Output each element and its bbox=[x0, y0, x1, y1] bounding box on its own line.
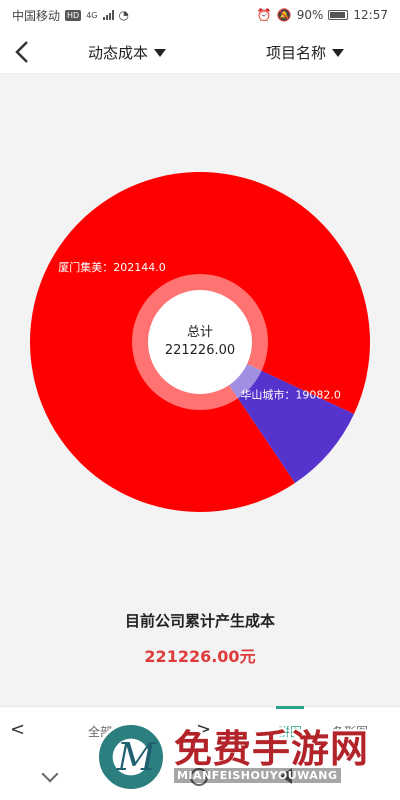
hd-badge: HD bbox=[65, 9, 82, 21]
status-left: 中国移动 HD 4G ◔ bbox=[12, 7, 129, 24]
slice-label: 厦门集美：202144.0 bbox=[58, 260, 166, 274]
wifi-icon: ◔ bbox=[118, 8, 129, 22]
carrier-label: 中国移动 bbox=[12, 8, 61, 23]
prev-period-button[interactable]: < bbox=[10, 719, 25, 740]
signal-icon bbox=[102, 10, 114, 20]
slice-label: 华山城市：19082.0 bbox=[240, 388, 341, 402]
center-hole bbox=[148, 290, 252, 394]
pie-chart: 总计 221226.00 华山城市：19082.0 厦门集美：202144.0 bbox=[30, 171, 370, 512]
time-label: 12:57 bbox=[353, 8, 388, 22]
network-label: 4G bbox=[86, 10, 98, 20]
watermark-logo-letter: M bbox=[117, 735, 156, 779]
watermark-title: 免费手游网 bbox=[174, 727, 370, 771]
watermark-subtitle: MIANFEISHOUYOUWANG bbox=[174, 768, 341, 783]
battery-label: 90% bbox=[296, 8, 324, 22]
triangle-down-icon bbox=[332, 48, 345, 57]
watermark-logo: M bbox=[96, 722, 166, 792]
cost-type-label: 动态成本 bbox=[88, 44, 149, 62]
project-name-dropdown[interactable]: 项目名称 bbox=[266, 42, 345, 63]
chevron-left-icon bbox=[15, 40, 28, 63]
status-right: ⏰ 🔕 90% 12:57 bbox=[257, 8, 388, 22]
watermark: M 免费手游网 MIANFEISHOUYOUWANG bbox=[96, 718, 396, 794]
mute-icon: 🔕 bbox=[276, 8, 292, 22]
center-value: 221226.00 bbox=[165, 343, 235, 358]
summary-value: 221226.00元 bbox=[144, 647, 256, 666]
triangle-down-icon bbox=[154, 48, 167, 57]
center-label: 总计 bbox=[187, 325, 213, 340]
back-button[interactable] bbox=[0, 30, 44, 74]
pie-chart-area: 总计 221226.00 华山城市：19082.0 厦门集美：202144.0 bbox=[0, 75, 400, 595]
status-bar: 中国移动 HD 4G ◔ ⏰ 🔕 90% 12:57 bbox=[0, 0, 400, 30]
cost-type-dropdown[interactable]: 动态成本 bbox=[88, 42, 167, 63]
alarm-icon: ⏰ bbox=[256, 8, 272, 22]
project-name-label: 项目名称 bbox=[266, 44, 327, 62]
battery-icon bbox=[328, 10, 349, 20]
nav-back-icon[interactable] bbox=[41, 765, 59, 783]
summary-section: 目前公司累计产生成本 221226.00元 bbox=[0, 610, 400, 667]
summary-title: 目前公司累计产生成本 bbox=[124, 612, 275, 630]
app-header: 动态成本 项目名称 bbox=[0, 30, 400, 74]
